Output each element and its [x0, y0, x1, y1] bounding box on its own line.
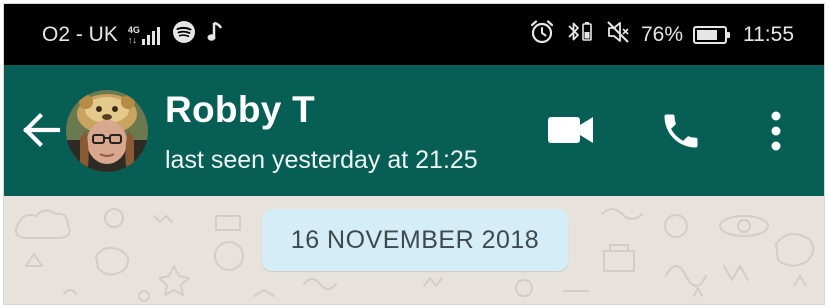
chat-area[interactable]: 16 NOVEMBER 2018	[4, 196, 824, 304]
network-type-label: 4G	[127, 24, 140, 35]
signal-strength-icon	[141, 25, 162, 45]
alarm-icon	[529, 19, 555, 51]
status-bar-left: O2 - UK 4G ↑↓	[42, 20, 234, 50]
mute-icon	[605, 19, 631, 51]
contact-info[interactable]: Robby T last seen yesterday at 21:25	[165, 87, 478, 177]
spotify-icon	[172, 20, 196, 50]
video-call-button[interactable]	[540, 105, 602, 155]
back-button[interactable]	[16, 105, 66, 155]
video-call-icon	[548, 117, 593, 143]
battery-level-fill	[697, 29, 717, 40]
more-options-icon	[771, 111, 781, 151]
music-note-icon	[206, 20, 224, 50]
back-arrow-icon	[23, 113, 61, 147]
carrier-label: O2 - UK	[42, 22, 118, 46]
date-separator-label: 16 NOVEMBER 2018	[290, 225, 540, 254]
contact-avatar[interactable]	[66, 90, 148, 172]
bluetooth-battery-icon	[565, 19, 595, 51]
status-bar-right: 76% 11:55	[529, 19, 794, 51]
battery-percent-label: 76%	[640, 22, 683, 46]
contact-name: Robby T	[165, 89, 316, 130]
clock-label: 11:55	[743, 22, 794, 46]
chat-header: Robby T last seen yesterday at 21:25	[4, 65, 824, 196]
network-activity-label: ↑↓	[127, 34, 137, 45]
voice-call-button[interactable]	[652, 103, 710, 159]
contact-last-seen: last seen yesterday at 21:25	[165, 146, 478, 174]
app-window: O2 - UK 4G ↑↓ 76% 11:55 Robby T last see…	[3, 3, 825, 305]
network-type-indicator: 4G ↑↓	[128, 25, 140, 45]
battery-icon	[693, 25, 730, 44]
status-bar: O2 - UK 4G ↑↓ 76% 11:55	[4, 4, 824, 65]
date-separator: 16 NOVEMBER 2018	[262, 209, 568, 271]
phone-call-icon	[664, 114, 698, 148]
more-options-button[interactable]	[756, 103, 796, 159]
